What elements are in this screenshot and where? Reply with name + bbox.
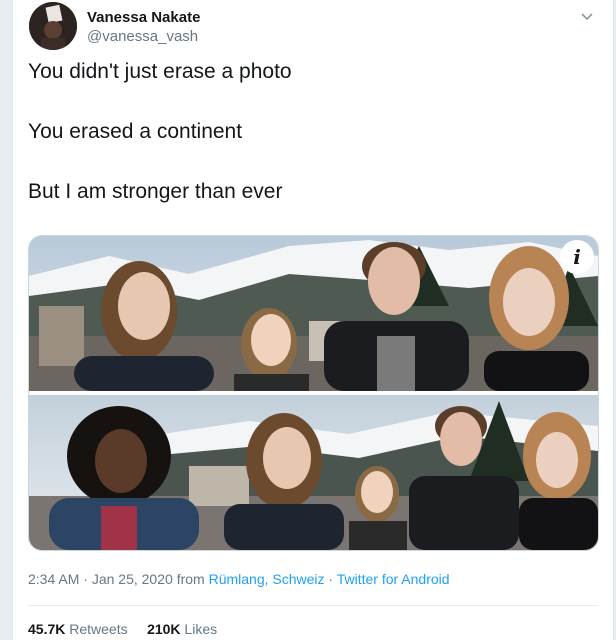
divider [28, 605, 598, 606]
tweet-text: You didn't just erase a photo You erased… [28, 60, 598, 240]
user-handle[interactable]: @vanessa_vash [87, 28, 198, 45]
tweet-photo[interactable]: i [28, 235, 599, 551]
retweets-label: Retweets [69, 621, 128, 637]
location-link[interactable]: Rümlang, Schweiz [209, 571, 325, 587]
client-link[interactable]: Twitter for Android [337, 571, 450, 587]
avatar-image [29, 2, 77, 50]
retweets-stat[interactable]: 45.7K Retweets [28, 621, 132, 637]
chevron-down-icon[interactable] [579, 8, 595, 24]
tweet-stats: 45.7K Retweets 210K Likes [28, 621, 217, 637]
avatar[interactable] [29, 2, 77, 50]
tweet-meta: 2:34 AM · Jan 25, 2020 from Rümlang, Sch… [28, 571, 450, 587]
tweet-line: You erased a continent [28, 120, 243, 143]
meta-separator: · [328, 571, 334, 587]
user-name[interactable]: Vanessa Nakate [87, 9, 200, 26]
likes-count: 210K [147, 621, 181, 637]
likes-label: Likes [184, 621, 218, 637]
tweet-card: Vanessa Nakate @vanessa_vash You didn't … [12, 0, 614, 640]
tweet-line: But I am stronger than ever [28, 180, 283, 203]
tweet-time[interactable]: 2:34 AM [28, 571, 79, 587]
tweet-line: You didn't just erase a photo [28, 60, 292, 83]
info-icon[interactable]: i [560, 240, 594, 274]
from-label: from [176, 571, 205, 587]
photo-image [29, 236, 598, 550]
retweets-count: 45.7K [28, 621, 66, 637]
tweet-date[interactable]: Jan 25, 2020 [92, 571, 173, 587]
likes-stat[interactable]: 210K Likes [147, 621, 217, 637]
meta-separator: · [83, 571, 88, 587]
